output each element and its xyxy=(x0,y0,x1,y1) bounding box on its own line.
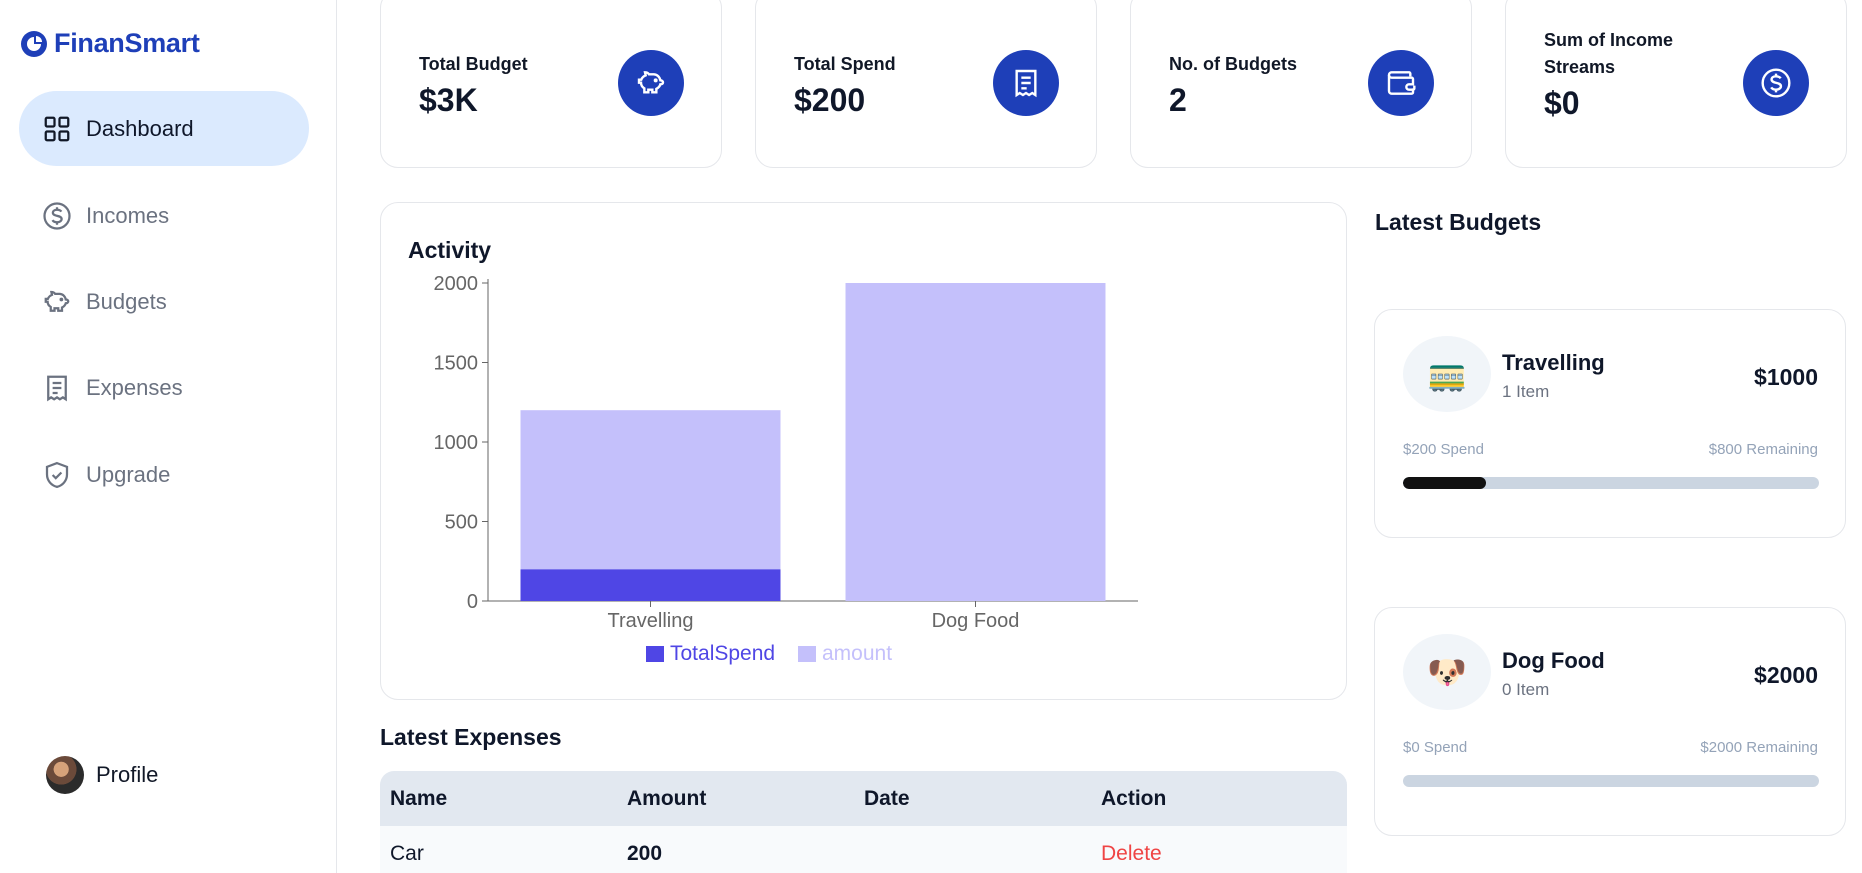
stat-label: Total Spend xyxy=(794,54,896,74)
budget-amount: $2000 xyxy=(1754,662,1818,688)
grid-icon xyxy=(44,116,70,141)
brand-name: FinanSmart xyxy=(54,28,200,58)
column-header-amount: Amount xyxy=(627,786,707,810)
stat-card-number-of-budgets: No. of Budgets 2 xyxy=(1130,0,1472,168)
budget-amount: $1000 xyxy=(1754,364,1818,390)
receipt-icon xyxy=(1015,69,1037,98)
budget-spend: $0 Spend xyxy=(1403,739,1468,756)
budget-progress-bar xyxy=(1403,775,1819,787)
stat-value: $200 xyxy=(794,82,866,118)
budget-progress-bar xyxy=(1403,477,1819,489)
piggy-bank-icon xyxy=(637,71,665,94)
sidebar-item-label: Incomes xyxy=(86,202,170,228)
sidebar-item-label: Dashboard xyxy=(86,115,194,141)
profile-label: Profile xyxy=(96,762,159,787)
stat-icon-badge xyxy=(993,50,1059,116)
stat-card-income-streams: Sum of Income Streams $0 xyxy=(1505,0,1847,168)
budget-name: Travelling xyxy=(1502,350,1605,375)
column-header-action: Action xyxy=(1101,786,1167,810)
table-row: Car 200 Delete xyxy=(380,826,1347,873)
brand-logo-icon xyxy=(21,30,47,57)
budget-item-count: 1 Item xyxy=(1502,382,1550,401)
sidebar-item-expenses[interactable]: Expenses xyxy=(19,350,309,425)
dollar-circle-icon xyxy=(1761,68,1791,98)
tram-icon: 🚃 xyxy=(1403,336,1491,412)
budget-card-travelling[interactable]: 🚃 Travelling 1 Item $1000 $200 Spend $80… xyxy=(1374,309,1846,538)
sidebar-item-budgets[interactable]: Budgets xyxy=(19,264,309,339)
activity-chart-card: Activity 0 500 1000 1500 2000 Travelling Dog F… xyxy=(380,202,1347,700)
latest-budgets-title: Latest Budgets xyxy=(1375,209,1542,235)
piggy-bank-icon xyxy=(44,290,70,312)
budget-remaining: $2000 Remaining xyxy=(1700,739,1818,756)
legend-swatch xyxy=(646,646,664,662)
budget-progress-fill xyxy=(1403,477,1487,489)
bar-amount-1 xyxy=(845,283,1106,601)
table-header: Name Amount Date Action xyxy=(380,771,1347,826)
expense-amount: 200 xyxy=(627,841,663,865)
brand[interactable]: FinanSmart xyxy=(20,28,200,59)
budget-item-count: 0 Item xyxy=(1502,680,1550,699)
y-tick-label: 2000 xyxy=(434,273,479,295)
budget-remaining: $800 Remaining xyxy=(1708,441,1818,458)
delete-expense-button[interactable]: Delete xyxy=(1091,842,1328,866)
shield-check-icon xyxy=(45,461,69,488)
sidebar-item-incomes[interactable]: Incomes xyxy=(19,178,309,253)
stat-icon-badge xyxy=(618,50,684,116)
stat-icon-badge xyxy=(1743,50,1809,116)
budget-name: Dog Food xyxy=(1502,648,1605,673)
dog-icon: 🐶 xyxy=(1403,634,1491,710)
column-header-date: Date xyxy=(864,786,910,810)
latest-expenses-title: Latest Expenses xyxy=(380,724,562,750)
stat-value: $3K xyxy=(419,82,478,118)
y-tick-label: 1000 xyxy=(434,432,479,454)
sidebar-item-upgrade[interactable]: Upgrade xyxy=(19,437,309,512)
stat-value: $0 xyxy=(1544,85,1580,121)
stat-label: Sum of Income Streams xyxy=(1544,30,1674,77)
x-tick-label: Travelling xyxy=(608,610,694,632)
sidebar-item-label: Budgets xyxy=(86,288,167,314)
stat-value: 2 xyxy=(1169,82,1187,118)
stat-icon-badge xyxy=(1368,50,1434,116)
budget-card-dog-food[interactable]: 🐶 Dog Food 0 Item $2000 $0 Spend $2000 R… xyxy=(1374,607,1846,836)
y-tick-label: 500 xyxy=(445,512,478,534)
y-tick-label: 0 xyxy=(467,591,478,613)
legend-label: amount xyxy=(822,642,892,665)
avatar xyxy=(46,756,84,794)
receipt-icon xyxy=(47,375,67,401)
sidebar-item-dashboard[interactable]: Dashboard xyxy=(19,91,309,166)
column-header-name: Name xyxy=(390,786,448,810)
sidebar-item-label: Upgrade xyxy=(86,461,171,487)
dollar-circle-icon xyxy=(43,201,71,230)
budget-spend: $200 Spend xyxy=(1403,441,1484,458)
expenses-table: Name Amount Date Action Car 200 Delete xyxy=(380,771,1347,873)
bar-amount-0 xyxy=(520,410,781,570)
stat-card-total-budget: Total Budget $3K xyxy=(380,0,722,168)
sidebar-item-label: Expenses xyxy=(86,374,183,400)
wallet-icon xyxy=(1387,71,1416,95)
y-tick-label: 1500 xyxy=(434,353,479,375)
expense-name: Car xyxy=(390,841,424,865)
profile-button[interactable]: Profile xyxy=(46,756,158,794)
sidebar: FinanSmart Dashboard Incomes Budgets Exp… xyxy=(0,0,337,873)
activity-bar-chart: 0 500 1000 1500 2000 Travelling Dog Food TotalS… xyxy=(434,273,1138,665)
bar-totalspend-0 xyxy=(520,569,781,601)
legend-label: TotalSpend xyxy=(670,642,775,665)
stat-label: No. of Budgets xyxy=(1169,54,1297,74)
stat-label: Total Budget xyxy=(419,54,528,74)
legend-swatch xyxy=(798,646,816,662)
stat-card-total-spend: Total Spend $200 xyxy=(755,0,1097,168)
x-tick-label: Dog Food xyxy=(932,610,1020,632)
